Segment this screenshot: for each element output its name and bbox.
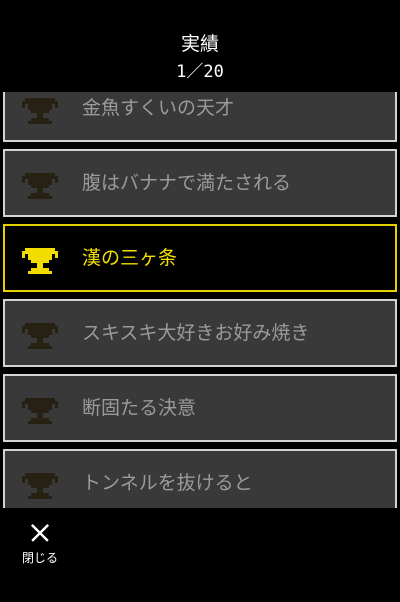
page-title: 実績: [180, 33, 219, 55]
achievement-list-viewport[interactable]: 金魚すくいの天才 腹はバナナで満たされる 漢の三ヶ条 スキスキ大好きお好み焼き …: [0, 92, 400, 508]
close-button[interactable]: 閉じる: [10, 520, 70, 570]
achievement-item[interactable]: 漢の三ヶ条: [3, 224, 397, 292]
achievement-name: 腹はバナナで満たされる: [82, 172, 292, 194]
header: 実績 1／20: [0, 0, 400, 92]
achievement-name: トンネルを抜けると: [82, 472, 253, 494]
trophy-icon: [22, 472, 58, 500]
close-icon: [31, 524, 49, 542]
achievement-name: 断固たる決意: [82, 397, 197, 419]
trophy-icon: [22, 322, 58, 350]
achievement-progress: 1／20: [176, 62, 224, 82]
achievement-name: 金魚すくいの天才: [82, 97, 235, 119]
achievement-name: スキスキ大好きお好み焼き: [82, 322, 310, 344]
achievement-item[interactable]: トンネルを抜けると: [3, 449, 397, 508]
trophy-icon: [22, 247, 58, 275]
achievement-name: 漢の三ヶ条: [82, 247, 178, 269]
trophy-icon: [22, 397, 58, 425]
achievement-item[interactable]: 腹はバナナで満たされる: [3, 149, 397, 217]
achievement-item[interactable]: スキスキ大好きお好み焼き: [3, 299, 397, 367]
achievement-item[interactable]: 金魚すくいの天才: [3, 92, 397, 142]
trophy-icon: [22, 172, 58, 200]
close-label: 閉じる: [21, 551, 58, 565]
trophy-icon: [22, 97, 58, 125]
achievement-item[interactable]: 断固たる決意: [3, 374, 397, 442]
achievement-list: 金魚すくいの天才 腹はバナナで満たされる 漢の三ヶ条 スキスキ大好きお好み焼き …: [3, 92, 397, 508]
